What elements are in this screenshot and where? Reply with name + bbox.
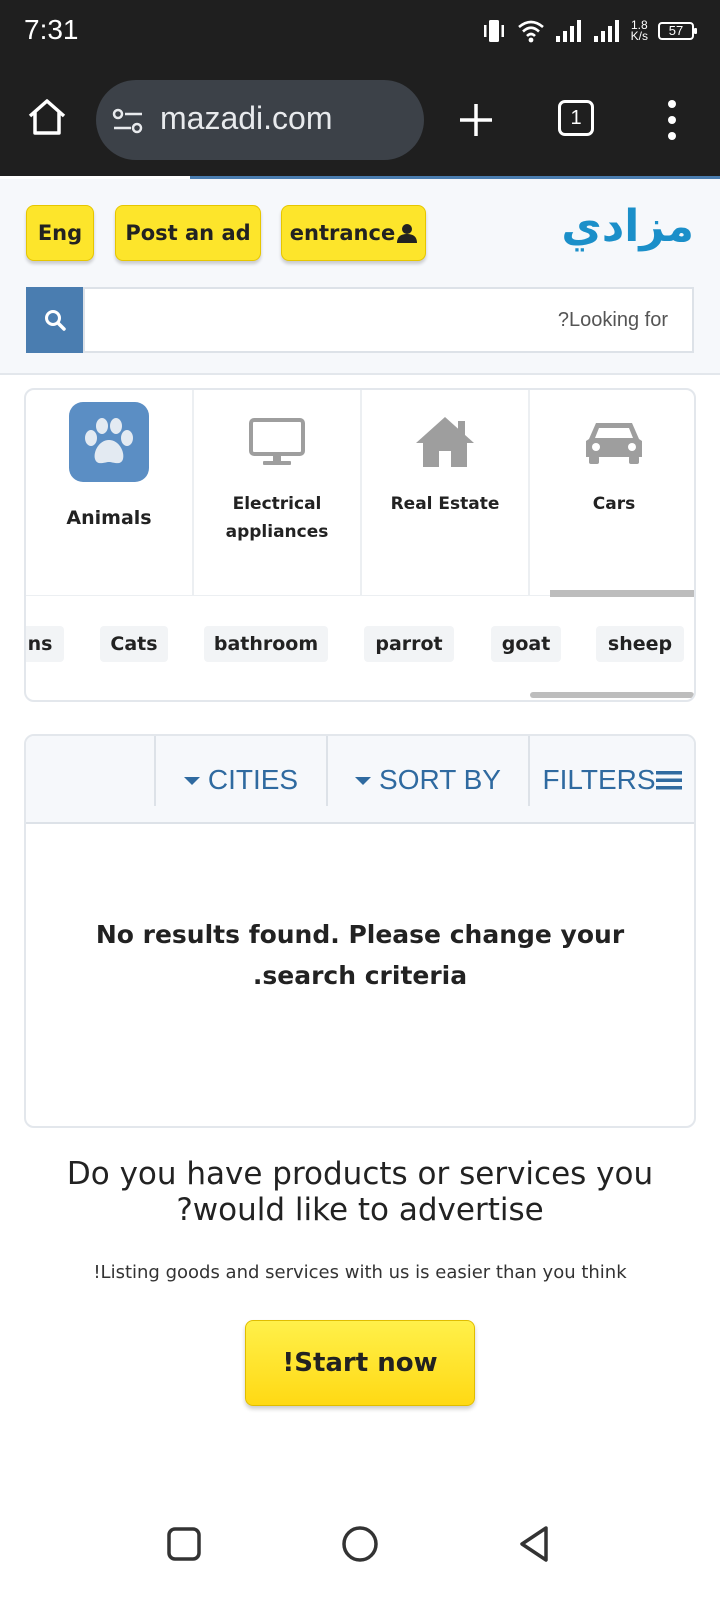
caret-down-icon <box>355 777 372 785</box>
category-scrollbar[interactable] <box>550 590 694 597</box>
search-bar <box>26 287 694 353</box>
category-label: Animals <box>66 507 152 529</box>
filters-label: FILTERS <box>542 764 656 795</box>
sort-dropdown[interactable]: SORT BY <box>328 736 528 824</box>
language-button[interactable]: Eng <box>26 205 94 261</box>
caret-down-icon <box>183 777 200 785</box>
chip-ns[interactable]: ns <box>26 626 64 662</box>
monitor-icon <box>237 402 317 482</box>
category-real-estate[interactable]: Real Estate <box>362 390 530 596</box>
house-icon <box>405 402 485 482</box>
signal-icon <box>555 20 581 42</box>
category-cars[interactable]: Cars <box>530 390 694 596</box>
results-toolbar: CITIES SORT BY FILTERS <box>26 736 694 824</box>
post-ad-button[interactable]: Post an ad <box>115 205 261 261</box>
results-panel: CITIES SORT BY FILTERS No results found.… <box>24 734 696 1128</box>
search-icon <box>44 310 66 331</box>
category-carousel: Animals Electrical appliances Real Estat… <box>24 388 696 702</box>
login-button-label: entrance <box>289 221 396 245</box>
cities-label: CITIES <box>207 764 299 795</box>
site-logo[interactable]: مزادي <box>561 201 694 252</box>
login-button[interactable]: entrance <box>281 205 426 261</box>
promo-heading: Do you have products or services you ?wo… <box>66 1156 654 1228</box>
hamburger-icon <box>655 771 682 790</box>
search-button[interactable] <box>26 287 83 353</box>
site-header: Eng Post an ad entrance مزادي <box>0 179 720 375</box>
no-results-message: No results found. Please change your .se… <box>95 920 625 990</box>
category-electrical-appliances[interactable]: Electrical appliances <box>194 390 362 596</box>
system-nav-bar <box>0 1500 720 1600</box>
promo-subtitle: !Listing goods and services with us is e… <box>93 1262 627 1283</box>
cities-dropdown[interactable]: CITIES <box>156 736 326 824</box>
chip-parrot[interactable]: parrot <box>364 626 454 662</box>
url-text[interactable]: mazadi.com <box>160 100 333 137</box>
site-settings-icon[interactable] <box>112 108 144 134</box>
more-menu-icon[interactable] <box>664 98 680 142</box>
chips-scrollbar[interactable] <box>530 692 694 698</box>
chip-sheep[interactable]: sheep <box>596 626 684 662</box>
new-tab-icon[interactable] <box>456 100 496 140</box>
battery-icon: 57 <box>658 22 697 40</box>
home-circle-icon[interactable] <box>338 1522 382 1566</box>
filters-button[interactable]: FILTERS <box>530 736 694 824</box>
category-label: Cars <box>592 494 636 514</box>
back-icon[interactable] <box>514 1522 558 1566</box>
recents-icon[interactable] <box>162 1522 206 1566</box>
browser-toolbar: mazadi.com 1 <box>0 62 720 176</box>
chip-goat[interactable]: goat <box>491 626 561 662</box>
clock: 7:31 <box>24 14 79 45</box>
category-label: Electrical appliances <box>225 494 329 542</box>
chip-bathroom[interactable]: bathroom <box>204 626 328 662</box>
vibrate-icon <box>483 20 504 42</box>
status-icons: 1.8 K/s 57 <box>481 16 697 46</box>
user-icon <box>397 224 418 243</box>
signal-icon-2 <box>593 20 619 42</box>
home-icon[interactable] <box>26 96 68 138</box>
net-speed: 1.8 K/s <box>630 18 648 43</box>
sort-label: SORT BY <box>379 764 501 795</box>
tab-switcher-button[interactable]: 1 <box>558 100 594 136</box>
search-input[interactable] <box>83 287 694 353</box>
paw-icon <box>69 402 149 482</box>
car-icon <box>574 402 654 482</box>
start-now-button[interactable]: !Start now <box>245 1320 475 1406</box>
chip-cats[interactable]: Cats <box>100 626 168 662</box>
status-bar: 7:31 1.8 K/s 57 <box>0 0 720 62</box>
category-row: Animals Electrical appliances Real Estat… <box>26 390 694 596</box>
category-label: Real Estate <box>390 494 500 514</box>
category-animals[interactable]: Animals <box>26 390 194 596</box>
address-bar[interactable]: mazadi.com <box>96 80 424 160</box>
subcategory-chips: ns Cats bathroom parrot goat sheep <box>26 626 694 662</box>
wifi-icon <box>517 20 544 43</box>
